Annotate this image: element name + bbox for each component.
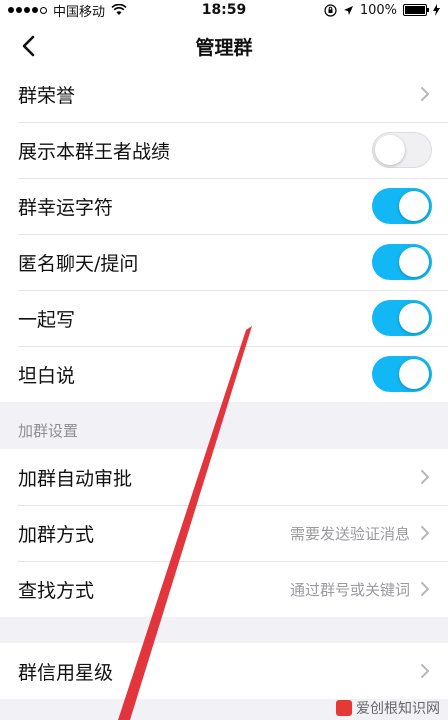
settings-row[interactable]: 群信用星级: [0, 643, 448, 699]
section-header-join: 加群设置: [18, 422, 79, 440]
toggle-switch[interactable]: [372, 300, 432, 336]
status-bar-overlay: 中国移动 18:59 100%: [0, 0, 448, 20]
chevron-right-icon: [420, 663, 432, 679]
settings-row-label: 群幸运字符: [18, 196, 114, 219]
settings-row-label: 一起写: [18, 308, 76, 331]
settings-group-features: 群荣誉展示本群王者战绩 群幸运字符匿名聊天/提问 一起写坦白说: [0, 66, 448, 402]
battery-percent: 100%: [359, 2, 397, 18]
settings-row-value: 通过群号或关键词: [289, 580, 410, 599]
settings-row-value: 需要发送验证消息: [289, 524, 410, 543]
chevron-left-icon: [22, 35, 35, 57]
toggle-switch[interactable]: [372, 244, 432, 280]
charging-icon: [433, 4, 440, 16]
toggle-switch[interactable]: [372, 356, 432, 392]
status-left: 中国移动: [8, 1, 127, 20]
settings-row[interactable]: 查找方式 通过群号或关键词: [0, 561, 448, 617]
settings-row: 展示本群王者战绩: [0, 122, 448, 178]
settings-row[interactable]: 加群方式 需要发送验证消息: [0, 505, 448, 561]
settings-row: 一起写: [0, 290, 448, 346]
settings-row-label: 展示本群王者战绩: [18, 140, 171, 163]
toggle-switch[interactable]: [372, 132, 432, 168]
toggle-switch[interactable]: [372, 188, 432, 224]
back-button[interactable]: [10, 28, 46, 64]
toggle-knob: [399, 359, 429, 389]
toggle-knob: [399, 303, 429, 333]
battery-level: [405, 6, 425, 14]
settings-row: 匿名聊天/提问: [0, 234, 448, 290]
status-right: 100%: [324, 3, 440, 18]
settings-row[interactable]: 群荣誉: [0, 66, 448, 122]
toggle-knob: [399, 191, 429, 221]
settings-group-credit: 群信用星级: [0, 643, 448, 699]
chevron-right-icon: [420, 469, 432, 485]
carrier-name: 中国移动: [53, 4, 106, 20]
chevron-right-icon: [420, 525, 432, 541]
signal-icon: [8, 6, 47, 14]
battery-icon: [403, 4, 429, 16]
settings-row: 坦白说: [0, 346, 448, 402]
watermark-text: 爱创根知识网: [356, 701, 440, 717]
settings-row-label: 群荣誉: [18, 84, 76, 107]
watermark-logo-icon: [336, 700, 352, 716]
settings-row[interactable]: 加群自动审批: [0, 449, 448, 505]
settings-row-label: 加群方式: [18, 523, 95, 546]
nav-bar-overlay: 管理群: [0, 20, 448, 72]
settings-row-label: 匿名聊天/提问: [18, 252, 139, 275]
watermark: 爱创根知识网: [336, 698, 440, 718]
toggle-knob: [399, 247, 429, 277]
settings-row-label: 群信用星级: [18, 661, 114, 684]
settings-row-label: 查找方式: [18, 579, 95, 602]
settings-group-join: 加群自动审批 加群方式 需要发送验证消息查找方式 通过群号或关键词: [0, 449, 448, 617]
rotation-lock-icon: [324, 3, 337, 17]
chevron-right-icon: [420, 581, 432, 597]
location-icon: [343, 5, 353, 15]
settings-row: 群幸运字符: [0, 178, 448, 234]
wifi-icon: [111, 4, 127, 15]
chevron-right-icon: [420, 86, 432, 102]
settings-row-label: 坦白说: [18, 364, 76, 387]
toggle-knob: [375, 135, 405, 165]
settings-row-label: 加群自动审批: [18, 467, 133, 490]
page-title: 管理群: [195, 36, 253, 59]
